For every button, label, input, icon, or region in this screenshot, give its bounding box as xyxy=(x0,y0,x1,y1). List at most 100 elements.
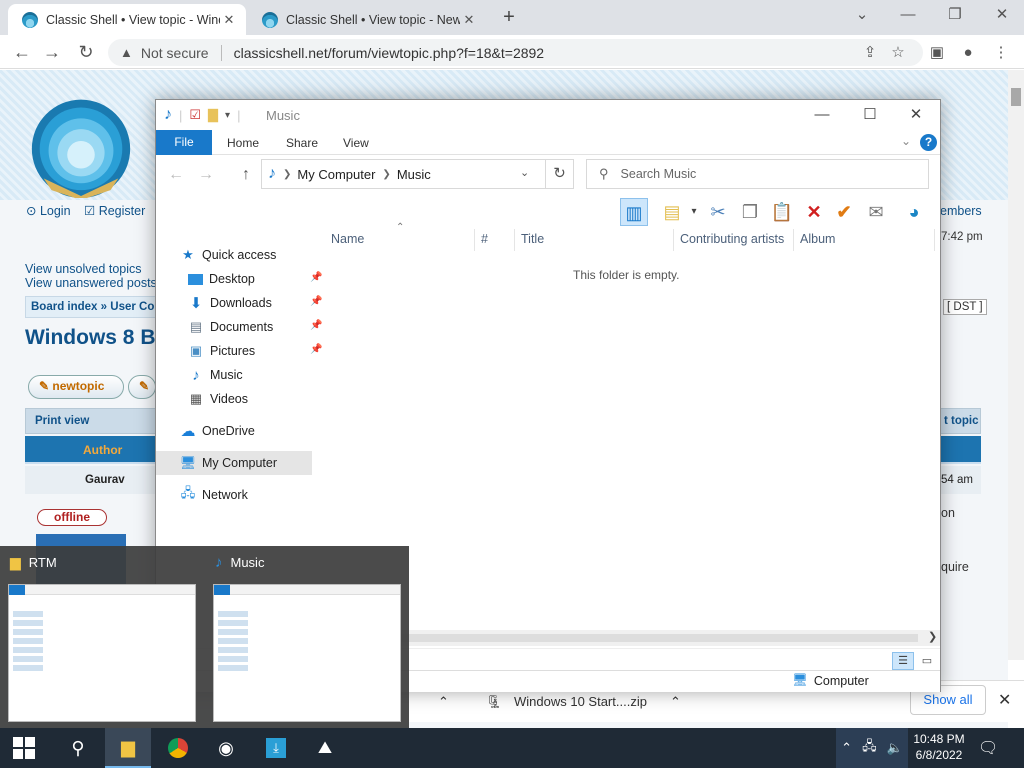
explorer-titlebar[interactable]: ♪ | ☑ ▇ ▾ | Music — ☐ ✕ xyxy=(156,100,940,130)
expand-ribbon-chevron-icon[interactable]: ⌄ xyxy=(901,134,911,148)
search-input[interactable]: ⚲ Search Music xyxy=(586,159,929,189)
copy-icon[interactable]: ❐ xyxy=(736,198,764,226)
column-number[interactable]: # xyxy=(481,232,494,254)
pin-icon[interactable]: 📌 xyxy=(310,272,322,283)
sidebar-item-desktop[interactable]: Desktop 📌 xyxy=(188,267,322,291)
maximize-button[interactable]: ☐ xyxy=(847,102,893,128)
download-filename[interactable]: Windows 10 Start....zip xyxy=(514,689,647,715)
classic-shell-settings-icon[interactable]: ◕ xyxy=(900,198,928,226)
register-link[interactable]: ☑ Register xyxy=(84,203,145,218)
author-name[interactable]: Gaurav xyxy=(85,474,125,486)
column-divider[interactable] xyxy=(793,229,794,251)
browser-tab-active[interactable]: Classic Shell • View topic - Windo ✕ xyxy=(8,4,246,35)
column-name[interactable]: Name xyxy=(331,232,370,254)
page-vertical-scrollbar[interactable] xyxy=(1008,70,1024,660)
sidebar-item-quick-access[interactable]: ★ Quick access xyxy=(180,243,276,267)
column-album[interactable]: Album xyxy=(800,232,841,254)
volume-icon[interactable]: 🔈 xyxy=(887,740,903,756)
chevron-up-icon[interactable]: ⌃ xyxy=(670,689,681,715)
network-icon[interactable]: 🖧 xyxy=(862,737,877,759)
large-icons-view-icon[interactable]: ▭ xyxy=(916,652,938,670)
taskbar-photos[interactable]: ⛰ xyxy=(302,728,348,768)
column-contributing-artists[interactable]: Contributing artists xyxy=(680,232,790,254)
properties-check-icon[interactable]: ✔ xyxy=(830,198,858,226)
explorer-address-bar[interactable]: ♪ ❯ My Computer ❯ Music xyxy=(261,159,546,189)
chevron-right-icon[interactable]: ❯ xyxy=(382,169,390,180)
back-arrow-icon[interactable]: ← xyxy=(168,166,184,184)
pin-icon[interactable]: 📌 xyxy=(310,296,322,307)
scroll-right-chevron-icon[interactable]: ❯ xyxy=(928,630,937,643)
new-folder-icon[interactable]: ▇ xyxy=(208,107,218,123)
column-divider[interactable] xyxy=(673,229,674,251)
breadcrumb-music[interactable]: Music xyxy=(397,167,431,182)
sidebar-item-pictures[interactable]: ▣ Pictures 📌 xyxy=(188,339,323,363)
sidebar-item-music[interactable]: ♪ Music xyxy=(188,363,242,387)
forward-arrow-icon[interactable]: → xyxy=(40,40,64,64)
print-view-link[interactable]: Print view xyxy=(35,415,89,427)
members-link[interactable]: embers xyxy=(940,204,982,218)
share-icon[interactable]: ⇪ xyxy=(859,42,881,64)
pin-icon[interactable]: 📌 xyxy=(310,344,322,355)
address-bar[interactable]: ▲ Not secure classicshell.net/forum/view… xyxy=(108,39,923,66)
next-topic-link[interactable]: t topic xyxy=(944,415,979,427)
close-tab-icon[interactable]: ✕ xyxy=(460,12,478,28)
taskbar-steam[interactable]: ◉ xyxy=(203,728,249,768)
breadcrumb-next[interactable]: » User Co xyxy=(101,301,155,313)
post-reply-button[interactable]: ✎ xyxy=(128,375,156,399)
forward-arrow-icon[interactable]: → xyxy=(198,166,214,184)
search-button[interactable]: ⚲ xyxy=(55,728,101,768)
login-label[interactable]: Login xyxy=(40,204,71,218)
sidebar-item-downloads[interactable]: ⬇ Downloads 📌 xyxy=(188,291,323,315)
new-tab-button[interactable]: + xyxy=(496,6,522,30)
taskbar-chrome[interactable] xyxy=(155,728,201,768)
email-icon[interactable]: ✉ xyxy=(862,198,890,226)
sidebar-item-documents[interactable]: ▤ Documents 📌 xyxy=(188,315,323,339)
column-divider[interactable] xyxy=(474,229,475,251)
tab-search-chevron-icon[interactable]: ⌄ xyxy=(842,4,882,28)
start-button[interactable] xyxy=(0,728,48,768)
close-tab-icon[interactable]: ✕ xyxy=(220,12,238,28)
register-label[interactable]: Register xyxy=(99,204,146,218)
notification-center-icon[interactable]: 🗨 xyxy=(978,738,998,758)
tab-file[interactable]: File xyxy=(156,130,212,155)
minimize-button[interactable]: — xyxy=(888,4,928,28)
login-link[interactable]: ⊙ Login xyxy=(26,203,71,218)
up-arrow-icon[interactable]: ↑ xyxy=(242,166,250,184)
unanswered-posts-link[interactable]: View unanswered posts xyxy=(25,276,157,290)
bookmark-star-icon[interactable]: ☆ xyxy=(887,42,909,64)
sidebar-item-onedrive[interactable]: ☁ OneDrive xyxy=(180,419,255,443)
thumbnail-preview[interactable] xyxy=(8,584,196,722)
delete-icon[interactable]: ✕ xyxy=(800,198,828,226)
sidebar-item-network[interactable]: 🖧 Network xyxy=(180,483,248,507)
tab-view[interactable]: View xyxy=(343,136,369,150)
unsolved-topics-link[interactable]: View unsolved topics xyxy=(25,262,142,276)
refresh-button[interactable]: ↻ xyxy=(546,159,574,189)
thumbnail-music[interactable]: ♪ Music xyxy=(205,546,405,728)
customize-chevron-icon[interactable]: ▾ xyxy=(225,110,230,121)
tab-share[interactable]: Share xyxy=(286,136,318,150)
paste-icon[interactable]: 📋 xyxy=(768,198,796,226)
url-text[interactable]: classicshell.net/forum/viewtopic.php?f=1… xyxy=(234,45,545,61)
clock[interactable]: 10:48 PM 6/8/2022 xyxy=(908,731,970,763)
show-hidden-icons-chevron-icon[interactable]: ⌃ xyxy=(841,740,852,756)
pin-icon[interactable]: 📌 xyxy=(310,320,322,331)
back-arrow-icon[interactable]: ← xyxy=(10,40,34,64)
scrollbar-thumb[interactable] xyxy=(1011,88,1021,106)
horizontal-scrollbar[interactable]: ❯ xyxy=(316,630,940,646)
sidebar-item-videos[interactable]: ▦ Videos xyxy=(188,387,248,411)
new-topic-button[interactable]: ✎ newtopic xyxy=(28,375,124,399)
taskbar-file-explorer[interactable]: ▆ xyxy=(105,728,151,768)
cut-icon[interactable]: ✂ xyxy=(704,198,732,226)
side-panel-icon[interactable]: ▣ xyxy=(926,42,948,64)
menu-kebab-icon[interactable]: ⋮ xyxy=(990,42,1012,64)
column-divider[interactable] xyxy=(934,229,935,251)
reload-icon[interactable]: ↻ xyxy=(74,40,98,64)
warning-triangle-icon[interactable]: ▲ xyxy=(120,45,133,60)
breadcrumb-my-computer[interactable]: My Computer xyxy=(297,167,375,182)
thumbnail-preview[interactable] xyxy=(213,584,401,722)
board-index-link[interactable]: Board index xyxy=(31,301,97,313)
close-download-bar-icon[interactable]: ✕ xyxy=(998,690,1011,710)
navigation-pane-toggle-icon[interactable]: ▥ xyxy=(620,198,648,226)
properties-check-icon[interactable]: ☑ xyxy=(189,107,201,123)
chevron-up-icon[interactable]: ⌃ xyxy=(438,689,449,715)
